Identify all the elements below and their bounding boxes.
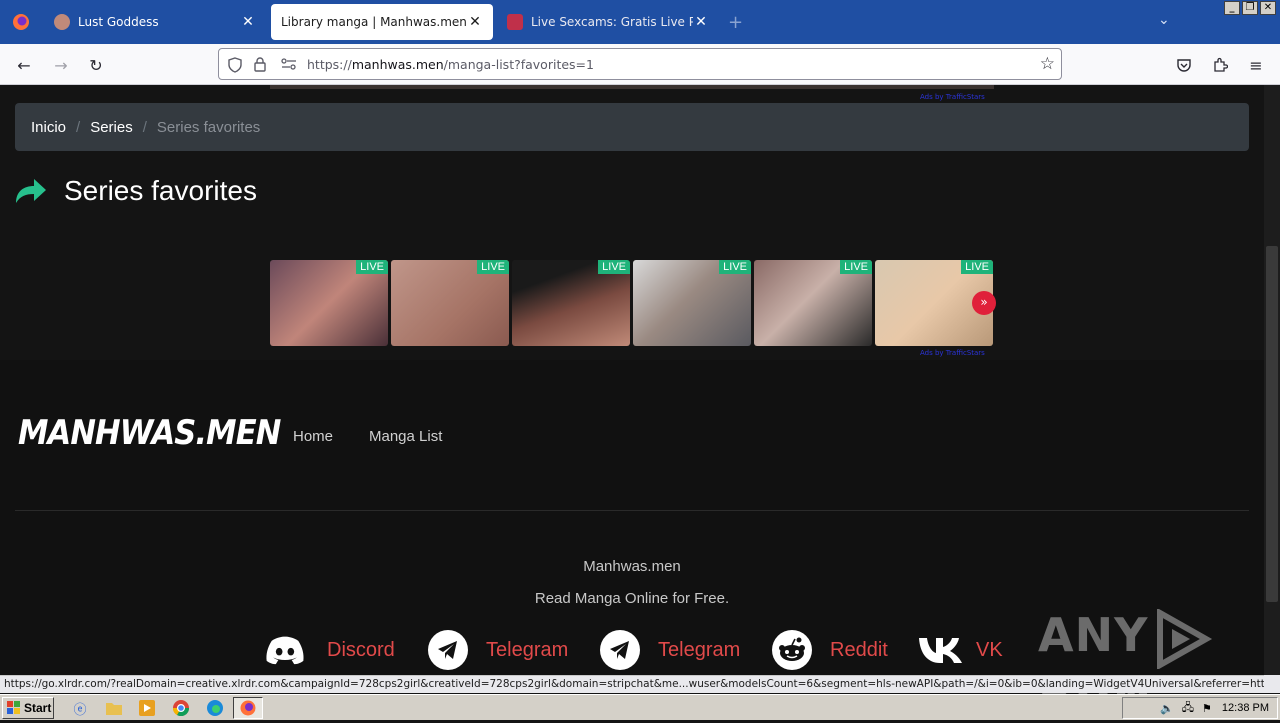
tab-title: Live Sexcams: Gratis Live Porn Cha	[531, 15, 693, 29]
minimize-icon[interactable]: _	[1224, 1, 1240, 15]
tab-favicon-icon	[54, 14, 70, 30]
permissions-icon[interactable]	[281, 58, 297, 70]
windows-logo-icon	[7, 701, 20, 714]
live-badge: LIVE	[356, 260, 388, 274]
site-logo[interactable]: MANHWAS.MEN	[18, 413, 281, 453]
tab-library-manga[interactable]: Library manga | Manhwas.men ✕	[271, 4, 493, 40]
live-badge: LIVE	[840, 260, 872, 274]
chrome-icon[interactable]	[171, 698, 191, 718]
live-cam-thumbnail[interactable]: LIVE	[270, 260, 388, 346]
taskbar-firefox-active[interactable]	[233, 697, 263, 719]
status-bar-corner	[1264, 675, 1280, 693]
forward-icon[interactable]: →	[50, 54, 72, 76]
footer-tagline: Read Manga Online for Free.	[534, 590, 730, 607]
back-icon[interactable]: ←	[13, 54, 35, 76]
list-all-tabs-icon[interactable]: ⌄	[1158, 12, 1170, 28]
live-badge: LIVE	[961, 260, 993, 274]
ie-icon[interactable]: ⓔ	[70, 698, 90, 718]
live-cam-ad-widget[interactable]: LIVE LIVE LIVE LIVE LIVE LIVE »	[270, 260, 996, 346]
start-label: Start	[24, 701, 52, 715]
navigation-toolbar: ← → ↻ https://manhwas.men/manga-list?fav…	[0, 44, 1280, 85]
share-arrow-icon	[16, 179, 46, 203]
bookmark-star-icon[interactable]: ☆	[1040, 54, 1055, 74]
page-heading-text: Series favorites	[64, 175, 257, 206]
app-menu-icon[interactable]: ≡	[1245, 54, 1267, 76]
tab-strip: Lust Goddess ✕ Library manga | Manhwas.m…	[0, 0, 1280, 44]
social-link-vk[interactable]: VK	[918, 630, 1003, 670]
footer-nav-manga-list[interactable]: Manga List	[369, 428, 442, 445]
discord-icon	[265, 630, 305, 670]
lock-icon[interactable]	[253, 56, 267, 72]
live-cam-thumbnail[interactable]: LIVE	[754, 260, 872, 346]
breadcrumb-separator: /	[76, 118, 81, 136]
vk-icon	[918, 630, 964, 670]
ads-by-link[interactable]: Ads by TrafficStars	[920, 93, 985, 101]
extensions-icon[interactable]	[1209, 54, 1231, 76]
telegram-icon	[428, 630, 468, 670]
start-button[interactable]: Start	[2, 697, 54, 719]
tab-live-sexcams[interactable]: Live Sexcams: Gratis Live Porn Cha ✕	[497, 4, 719, 40]
window-controls: _ ❐ ✕	[1224, 1, 1276, 15]
media-player-icon[interactable]	[137, 698, 157, 718]
clock: 12:38 PM	[1221, 702, 1269, 714]
windows-taskbar: Start ⓔ 🔈 🖧 ⚑ 12:38 PM	[0, 694, 1280, 720]
network-icon[interactable]: 🖧	[1182, 699, 1194, 718]
social-link-discord[interactable]: Discord	[265, 630, 395, 670]
social-link-reddit[interactable]: Reddit	[772, 630, 888, 670]
url-bar[interactable]: https://manhwas.men/manga-list?favorites…	[218, 48, 1062, 80]
close-tab-icon[interactable]: ✕	[693, 14, 709, 30]
scrollbar-thumb[interactable]	[1266, 246, 1278, 602]
telegram-icon	[600, 630, 640, 670]
social-link-telegram[interactable]: Telegram	[600, 630, 740, 670]
footer-nav-home[interactable]: Home	[293, 428, 333, 445]
tab-title: Lust Goddess	[78, 15, 159, 29]
flag-icon[interactable]: ⚑	[1202, 702, 1212, 715]
live-cam-thumbnail[interactable]: LIVE	[633, 260, 751, 346]
breadcrumb: Inicio / Series / Series favorites	[15, 103, 1249, 151]
ads-by-link[interactable]: Ads by TrafficStars	[920, 349, 985, 357]
social-link-telegram[interactable]: Telegram	[428, 630, 568, 670]
footer-brand: Manhwas.men	[583, 558, 681, 575]
firefox-menu-icon[interactable]	[0, 0, 42, 44]
breadcrumb-current: Series favorites	[156, 118, 261, 136]
close-window-icon[interactable]: ✕	[1260, 1, 1276, 15]
url-text: https://manhwas.men/manga-list?favorites…	[307, 57, 594, 72]
social-label: Telegram	[486, 638, 569, 661]
breadcrumb-series[interactable]: Series	[90, 119, 133, 136]
page-title: Series favorites	[14, 171, 257, 211]
close-tab-icon[interactable]: ✕	[467, 14, 483, 30]
social-label: VK	[976, 638, 1003, 661]
social-label: Telegram	[658, 638, 741, 661]
reload-icon[interactable]: ↻	[85, 54, 107, 76]
live-cam-thumbnail[interactable]: LIVE	[512, 260, 630, 346]
edge-icon[interactable]	[205, 698, 225, 718]
new-tab-button[interactable]: +	[728, 12, 743, 33]
tab-title: Library manga | Manhwas.men	[281, 15, 467, 29]
social-label: Reddit	[830, 638, 888, 661]
restore-icon[interactable]: ❐	[1242, 1, 1258, 15]
system-tray: 🔈 🖧 ⚑ 12:38 PM	[1122, 697, 1278, 719]
breadcrumb-separator: /	[142, 118, 147, 136]
social-label: Discord	[327, 638, 395, 661]
close-tab-icon[interactable]: ✕	[240, 14, 256, 30]
tab-favicon-icon	[507, 14, 523, 30]
firefox-icon	[240, 700, 256, 716]
folder-icon[interactable]	[104, 698, 124, 718]
live-cam-thumbnail[interactable]: LIVE	[391, 260, 509, 346]
volume-icon[interactable]: 🔈	[1160, 702, 1174, 715]
pocket-icon[interactable]	[1173, 54, 1195, 76]
reddit-icon	[772, 630, 812, 670]
footer-divider	[15, 510, 1249, 511]
live-badge: LIVE	[477, 260, 509, 274]
shield-icon[interactable]	[227, 57, 243, 73]
top-ad-strip[interactable]	[270, 85, 994, 89]
page-content: Ads by TrafficStars Inicio / Series / Se…	[0, 85, 1264, 675]
next-arrow-icon[interactable]: »	[972, 291, 996, 315]
tab-lust-goddess[interactable]: Lust Goddess ✕	[44, 4, 266, 40]
breadcrumb-inicio[interactable]: Inicio	[31, 119, 66, 136]
live-badge: LIVE	[598, 260, 630, 274]
live-badge: LIVE	[719, 260, 751, 274]
status-bar-link-preview: https://go.xlrdr.com/?realDomain=creativ…	[0, 675, 1264, 693]
